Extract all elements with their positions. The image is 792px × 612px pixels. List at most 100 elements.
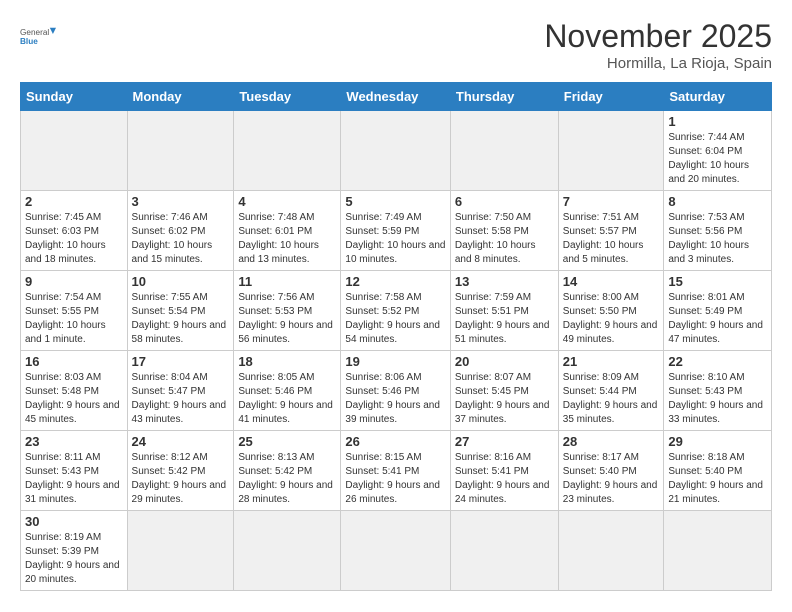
day-number: 14 <box>563 274 660 289</box>
calendar-subtitle: Hormilla, La Rioja, Spain <box>544 55 772 72</box>
day-number: 23 <box>25 434 123 449</box>
day-info: Sunrise: 7:50 AM Sunset: 5:58 PM Dayligh… <box>455 211 554 267</box>
day-info: Sunrise: 8:16 AM Sunset: 5:41 PM Dayligh… <box>455 451 554 507</box>
day-number: 15 <box>668 274 767 289</box>
day-cell: 4 Sunrise: 7:48 AM Sunset: 6:01 PM Daylig… <box>234 191 341 271</box>
day-info: Sunrise: 7:46 AM Sunset: 6:02 PM Dayligh… <box>132 211 230 267</box>
day-number: 5 <box>345 194 445 209</box>
title-block: November 2025 Hormilla, La Rioja, Spain <box>544 18 772 72</box>
day-cell <box>341 111 450 191</box>
day-number: 7 <box>563 194 660 209</box>
day-number: 30 <box>25 514 123 529</box>
day-cell: 15 Sunrise: 8:01 AM Sunset: 5:49 PM Dayli… <box>664 271 772 351</box>
day-cell <box>234 511 341 591</box>
day-cell <box>450 511 558 591</box>
day-cell: 29 Sunrise: 8:18 AM Sunset: 5:40 PM Dayli… <box>664 431 772 511</box>
weekday-header-friday: Friday <box>558 83 664 111</box>
day-cell: 30 Sunrise: 8:19 AM Sunset: 5:39 PM Dayli… <box>21 511 128 591</box>
weekday-header-row: SundayMondayTuesdayWednesdayThursdayFrid… <box>21 83 772 111</box>
day-info: Sunrise: 8:04 AM Sunset: 5:47 PM Dayligh… <box>132 371 230 427</box>
day-number: 28 <box>563 434 660 449</box>
day-number: 22 <box>668 354 767 369</box>
day-cell <box>558 511 664 591</box>
day-info: Sunrise: 8:15 AM Sunset: 5:41 PM Dayligh… <box>345 451 445 507</box>
svg-text:Blue: Blue <box>20 37 38 46</box>
day-number: 25 <box>238 434 336 449</box>
page: GeneralBlue November 2025 Hormilla, La R… <box>0 0 792 612</box>
day-cell: 21 Sunrise: 8:09 AM Sunset: 5:44 PM Dayli… <box>558 351 664 431</box>
day-cell <box>234 111 341 191</box>
calendar-title: November 2025 <box>544 18 772 55</box>
day-info: Sunrise: 8:06 AM Sunset: 5:46 PM Dayligh… <box>345 371 445 427</box>
day-cell: 13 Sunrise: 7:59 AM Sunset: 5:51 PM Dayli… <box>450 271 558 351</box>
day-info: Sunrise: 8:13 AM Sunset: 5:42 PM Dayligh… <box>238 451 336 507</box>
day-number: 19 <box>345 354 445 369</box>
day-info: Sunrise: 8:17 AM Sunset: 5:40 PM Dayligh… <box>563 451 660 507</box>
week-row-4: 16 Sunrise: 8:03 AM Sunset: 5:48 PM Dayli… <box>21 351 772 431</box>
day-number: 3 <box>132 194 230 209</box>
day-info: Sunrise: 8:05 AM Sunset: 5:46 PM Dayligh… <box>238 371 336 427</box>
day-cell: 24Sunrise: 8:12 AM Sunset: 5:42 PM Dayli… <box>127 431 234 511</box>
weekday-header-sunday: Sunday <box>21 83 128 111</box>
day-info: Sunrise: 8:18 AM Sunset: 5:40 PM Dayligh… <box>668 451 767 507</box>
day-cell: 12Sunrise: 7:58 AM Sunset: 5:52 PM Dayli… <box>341 271 450 351</box>
week-row-6: 30 Sunrise: 8:19 AM Sunset: 5:39 PM Dayli… <box>21 511 772 591</box>
day-number: 17 <box>132 354 230 369</box>
day-info: Sunrise: 7:58 AM Sunset: 5:52 PM Dayligh… <box>345 291 445 347</box>
day-info: Sunrise: 8:09 AM Sunset: 5:44 PM Dayligh… <box>563 371 660 427</box>
day-cell: 14 Sunrise: 8:00 AM Sunset: 5:50 PM Dayli… <box>558 271 664 351</box>
day-cell: 25 Sunrise: 8:13 AM Sunset: 5:42 PM Dayli… <box>234 431 341 511</box>
day-cell <box>558 111 664 191</box>
week-row-3: 9 Sunrise: 7:54 AM Sunset: 5:55 PM Daylig… <box>21 271 772 351</box>
day-cell <box>127 511 234 591</box>
day-cell: 11 Sunrise: 7:56 AM Sunset: 5:53 PM Dayli… <box>234 271 341 351</box>
day-number: 16 <box>25 354 123 369</box>
day-info: Sunrise: 7:55 AM Sunset: 5:54 PM Dayligh… <box>132 291 230 347</box>
day-info: Sunrise: 8:01 AM Sunset: 5:49 PM Dayligh… <box>668 291 767 347</box>
day-info: Sunrise: 7:53 AM Sunset: 5:56 PM Dayligh… <box>668 211 767 267</box>
weekday-header-thursday: Thursday <box>450 83 558 111</box>
day-cell: 3 Sunrise: 7:46 AM Sunset: 6:02 PM Daylig… <box>127 191 234 271</box>
day-number: 10 <box>132 274 230 289</box>
day-cell: 1 Sunrise: 7:44 AM Sunset: 6:04 PM Daylig… <box>664 111 772 191</box>
day-cell: 22 Sunrise: 8:10 AM Sunset: 5:43 PM Dayli… <box>664 351 772 431</box>
day-cell <box>341 511 450 591</box>
day-cell: 8 Sunrise: 7:53 AM Sunset: 5:56 PM Daylig… <box>664 191 772 271</box>
weekday-header-monday: Monday <box>127 83 234 111</box>
day-number: 6 <box>455 194 554 209</box>
day-info: Sunrise: 7:48 AM Sunset: 6:01 PM Dayligh… <box>238 211 336 267</box>
day-cell: 2Sunrise: 7:45 AM Sunset: 6:03 PM Daylig… <box>21 191 128 271</box>
day-number: 29 <box>668 434 767 449</box>
day-info: Sunrise: 8:19 AM Sunset: 5:39 PM Dayligh… <box>25 531 123 587</box>
week-row-2: 2Sunrise: 7:45 AM Sunset: 6:03 PM Daylig… <box>21 191 772 271</box>
day-cell: 17 Sunrise: 8:04 AM Sunset: 5:47 PM Dayli… <box>127 351 234 431</box>
day-info: Sunrise: 8:00 AM Sunset: 5:50 PM Dayligh… <box>563 291 660 347</box>
day-info: Sunrise: 7:44 AM Sunset: 6:04 PM Dayligh… <box>668 131 767 187</box>
header: GeneralBlue November 2025 Hormilla, La R… <box>20 18 772 72</box>
day-cell: 6 Sunrise: 7:50 AM Sunset: 5:58 PM Daylig… <box>450 191 558 271</box>
day-number: 1 <box>668 114 767 129</box>
day-number: 13 <box>455 274 554 289</box>
day-info: Sunrise: 7:56 AM Sunset: 5:53 PM Dayligh… <box>238 291 336 347</box>
day-cell: 9 Sunrise: 7:54 AM Sunset: 5:55 PM Daylig… <box>21 271 128 351</box>
day-info: Sunrise: 8:07 AM Sunset: 5:45 PM Dayligh… <box>455 371 554 427</box>
day-info: Sunrise: 7:59 AM Sunset: 5:51 PM Dayligh… <box>455 291 554 347</box>
day-number: 8 <box>668 194 767 209</box>
day-info: Sunrise: 7:54 AM Sunset: 5:55 PM Dayligh… <box>25 291 123 347</box>
day-number: 21 <box>563 354 660 369</box>
weekday-header-wednesday: Wednesday <box>341 83 450 111</box>
day-cell: 18 Sunrise: 8:05 AM Sunset: 5:46 PM Dayli… <box>234 351 341 431</box>
day-cell: 26Sunrise: 8:15 AM Sunset: 5:41 PM Dayli… <box>341 431 450 511</box>
week-row-1: 1 Sunrise: 7:44 AM Sunset: 6:04 PM Daylig… <box>21 111 772 191</box>
day-number: 18 <box>238 354 336 369</box>
day-number: 11 <box>238 274 336 289</box>
weekday-header-tuesday: Tuesday <box>234 83 341 111</box>
day-info: Sunrise: 8:10 AM Sunset: 5:43 PM Dayligh… <box>668 371 767 427</box>
day-info: Sunrise: 8:03 AM Sunset: 5:48 PM Dayligh… <box>25 371 123 427</box>
day-cell: 23Sunrise: 8:11 AM Sunset: 5:43 PM Dayli… <box>21 431 128 511</box>
logo-icon: GeneralBlue <box>20 18 56 54</box>
day-info: Sunrise: 7:45 AM Sunset: 6:03 PM Dayligh… <box>25 211 123 267</box>
day-number: 9 <box>25 274 123 289</box>
day-number: 4 <box>238 194 336 209</box>
day-cell <box>664 511 772 591</box>
